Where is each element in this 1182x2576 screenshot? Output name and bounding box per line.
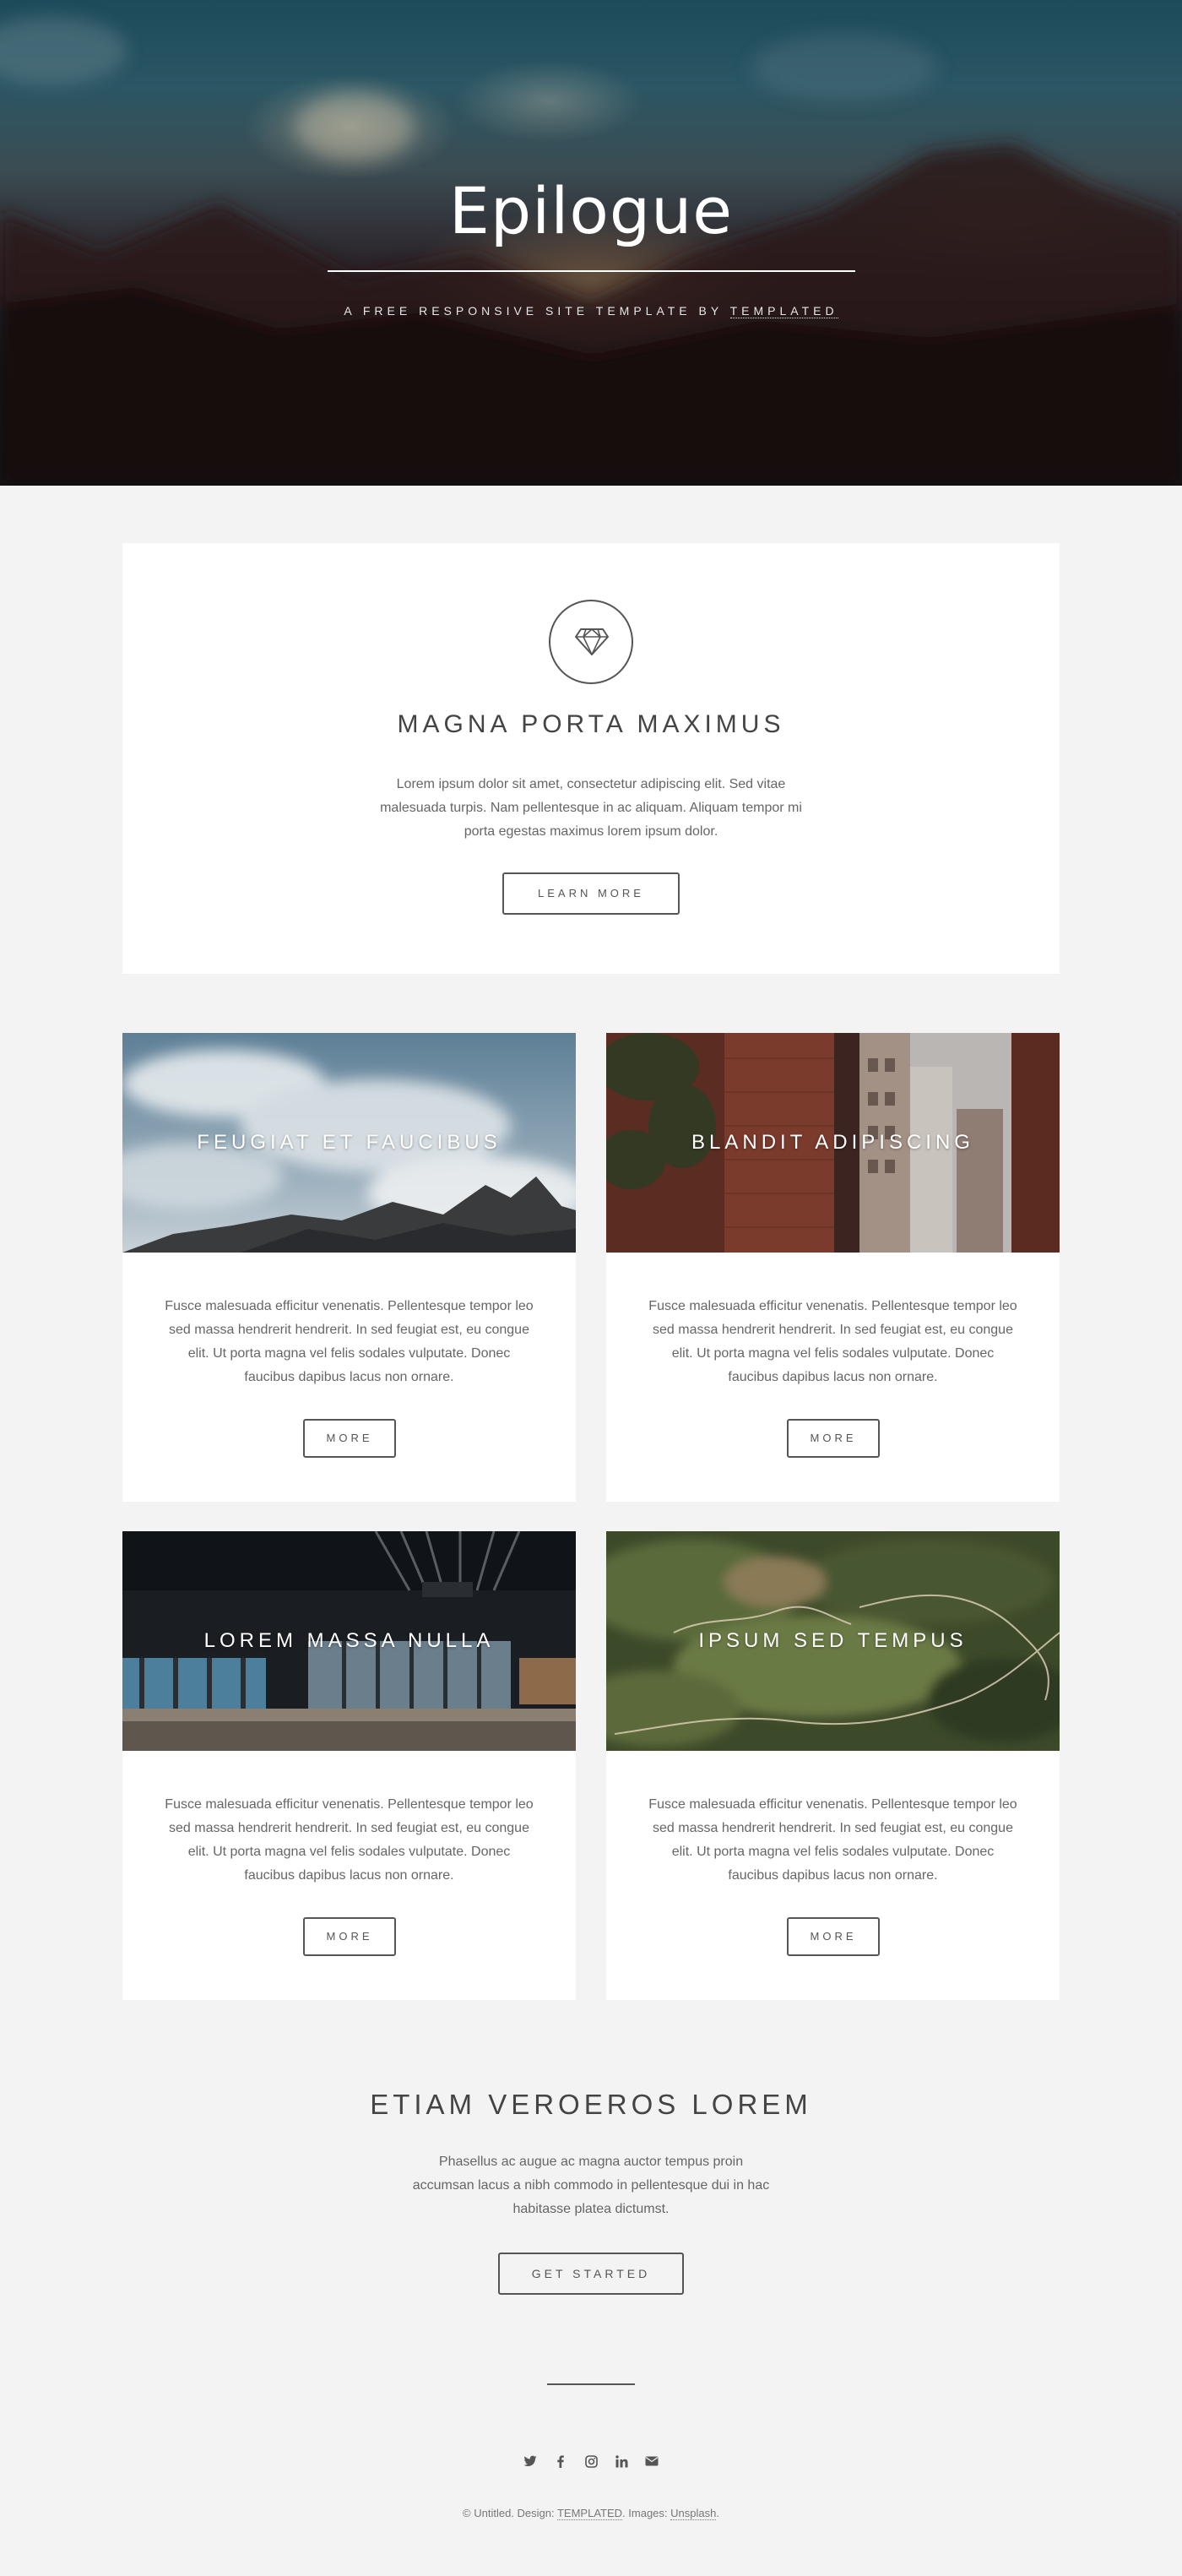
twitter-icon[interactable] xyxy=(523,2454,538,2469)
card-title: Blandit Adipiscing xyxy=(691,1131,974,1154)
card-blandit: Blandit Adipiscing Fusce malesuada effic… xyxy=(606,1033,1060,1502)
linkedin-icon[interactable] xyxy=(614,2454,629,2469)
images-credit-link[interactable]: Unsplash xyxy=(670,2507,717,2520)
feature-panel: Magna Porta Maximus Lorem ipsum dolor si… xyxy=(122,543,1060,974)
learn-more-button[interactable]: Learn More xyxy=(502,872,680,915)
diamond-icon xyxy=(549,600,633,684)
envelope-icon[interactable] xyxy=(644,2454,659,2469)
hero-content: Epilogue A free responsive site template… xyxy=(0,0,1182,486)
card-text: Fusce malesuada efficitur venenatis. Pel… xyxy=(648,1797,1017,1883)
hero-tagline: A free responsive site template by TEMPL… xyxy=(0,304,1182,318)
card-title: Feugiat et Faucibus xyxy=(197,1131,502,1154)
footer-divider xyxy=(547,2383,635,2385)
cta-text: Phasellus ac augue ac magna auctor tempu… xyxy=(412,2155,770,2216)
card-ipsum: Ipsum Sed Tempus Fusce malesuada efficit… xyxy=(606,1531,1060,2000)
get-started-button[interactable]: Get Started xyxy=(498,2253,684,2295)
copyright: © Untitled. Design: TEMPLATED. Images: U… xyxy=(0,2507,1182,2520)
more-button[interactable]: More xyxy=(787,1917,880,1956)
more-button[interactable]: More xyxy=(787,1419,880,1458)
card-title: Ipsum Sed Tempus xyxy=(698,1629,968,1652)
social-links xyxy=(0,2454,1182,2474)
copyright-suffix: . xyxy=(716,2507,719,2519)
card-text: Fusce malesuada efficitur venenatis. Pel… xyxy=(165,1299,534,1384)
copyright-text: © Untitled. Design: xyxy=(463,2507,557,2519)
card-lorem: Lorem Massa Nulla Fusce malesuada effici… xyxy=(122,1531,576,2000)
design-credit-link[interactable]: TEMPLATED xyxy=(556,2507,623,2520)
feature-text: Lorem ipsum dolor sit amet, consectetur … xyxy=(380,777,802,839)
site-title: Epilogue xyxy=(448,173,734,248)
copyright-images-text: . Images: xyxy=(622,2507,671,2519)
facebook-icon[interactable] xyxy=(553,2454,568,2469)
templated-link[interactable]: TEMPLATED xyxy=(729,304,838,318)
instagram-icon[interactable] xyxy=(583,2454,599,2469)
hero-divider xyxy=(328,270,855,272)
tagline-text: A free responsive site template by xyxy=(344,304,723,318)
card-text: Fusce malesuada efficitur venenatis. Pel… xyxy=(165,1797,534,1883)
more-button[interactable]: More xyxy=(303,1917,396,1956)
more-button[interactable]: More xyxy=(303,1419,396,1458)
hero-banner: Epilogue A free responsive site template… xyxy=(0,0,1182,486)
card-title: Lorem Massa Nulla xyxy=(203,1629,495,1652)
card-feugiat: Feugiat et Faucibus Fusce malesuada effi… xyxy=(122,1033,576,1502)
card-text: Fusce malesuada efficitur venenatis. Pel… xyxy=(648,1299,1017,1384)
feature-title: Magna Porta Maximus xyxy=(397,710,785,738)
cta-title: Etiam Veroeros Lorem xyxy=(370,2089,812,2120)
